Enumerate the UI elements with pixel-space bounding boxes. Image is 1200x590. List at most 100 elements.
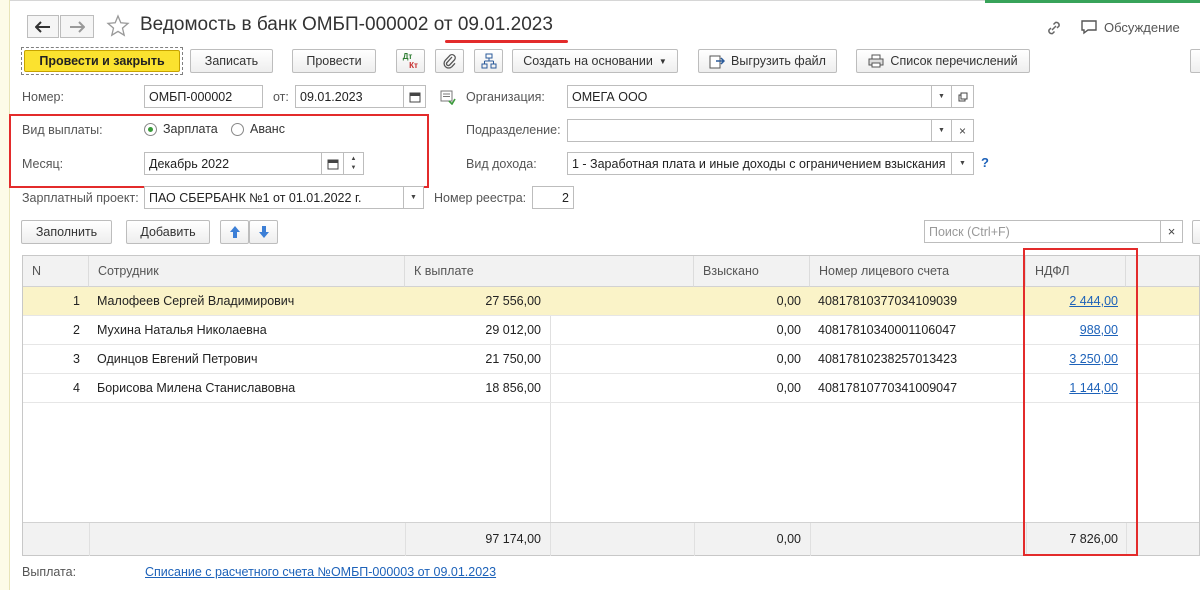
- income-type-label: Вид дохода:: [466, 157, 537, 171]
- add-row-button[interactable]: Добавить: [126, 220, 210, 244]
- payment-type-label: Вид выплаты:: [22, 123, 103, 137]
- account-number: 40817810340001106047: [818, 323, 957, 337]
- open-form-icon: [958, 92, 967, 101]
- payment-document-link[interactable]: Списание с расчетного счета №ОМБП-000003…: [145, 565, 496, 579]
- link-icon[interactable]: [1045, 19, 1063, 40]
- column-header-n[interactable]: N: [23, 256, 89, 287]
- transfer-list-label: Список перечислений: [890, 54, 1018, 68]
- save-label: Записать: [204, 54, 259, 68]
- registry-number-field[interactable]: 2: [532, 186, 574, 209]
- recovered-amount: 0,00: [776, 323, 801, 337]
- step-up-icon[interactable]: ▲: [351, 155, 357, 164]
- column-header-account[interactable]: Номер лицевого счета: [810, 256, 1026, 287]
- column-header-recovered[interactable]: Взыскано: [694, 256, 810, 287]
- calendar-button[interactable]: [404, 85, 426, 108]
- total-recovered: 0,00: [776, 532, 801, 546]
- save-button[interactable]: Записать: [190, 49, 273, 73]
- radio-advance-label: Аванс: [250, 122, 285, 136]
- dropdown-arrow-icon: ▼: [938, 127, 945, 134]
- registry-number-label: Номер реестра:: [434, 191, 527, 205]
- pay-amount: 21 750,00: [485, 352, 541, 366]
- month-stepper[interactable]: ▲ ▼: [344, 152, 364, 175]
- page-title: Ведомость в банк ОМБП-000002 от 09.01.20…: [140, 14, 553, 36]
- post-button[interactable]: Провести: [292, 49, 376, 73]
- column-divider: [89, 523, 90, 556]
- title-date-underline: [445, 40, 568, 43]
- income-type-field[interactable]: 1 - Заработная плата и иные доходы с огр…: [567, 152, 952, 175]
- discussion-label: Обсуждение: [1104, 19, 1180, 35]
- date-field[interactable]: 09.01.2023: [295, 85, 404, 108]
- radio-salary[interactable]: Зарплата: [144, 122, 218, 136]
- calendar-icon: [409, 92, 420, 102]
- org-switch-icon[interactable]: [440, 89, 456, 108]
- favorite-star-icon[interactable]: [106, 14, 130, 41]
- row-number: 1: [73, 294, 80, 308]
- division-label: Подразделение:: [466, 123, 561, 137]
- transfer-list-button[interactable]: Список перечислений: [856, 49, 1030, 73]
- move-down-button[interactable]: [249, 220, 278, 244]
- back-button[interactable]: [27, 15, 59, 38]
- pay-amount: 29 012,00: [485, 323, 541, 337]
- move-up-button[interactable]: [220, 220, 249, 244]
- dropdown-arrow-icon: ▼: [959, 160, 966, 167]
- arrow-left-icon: [35, 20, 50, 33]
- date-from-label: от:: [273, 90, 289, 104]
- fill-label: Заполнить: [35, 225, 98, 239]
- organization-field[interactable]: ОМЕГА ООО: [567, 85, 932, 108]
- column-divider: [810, 523, 811, 556]
- employee-name: Борисова Милена Станиславовна: [97, 381, 296, 395]
- salary-project-field[interactable]: ПАО СБЕРБАНК №1 от 01.01.2022 г.: [144, 186, 404, 209]
- column-divider: [550, 523, 551, 556]
- search-input[interactable]: Поиск (Ctrl+F): [924, 220, 1161, 243]
- title-date: 09.01.2023: [457, 14, 553, 35]
- dt-kt-button[interactable]: Дт Кт: [396, 49, 425, 73]
- search-clear-button[interactable]: ×: [1161, 220, 1183, 243]
- discussion-button[interactable]: Обсуждение: [1080, 19, 1180, 35]
- table-more-button[interactable]: [1192, 220, 1200, 244]
- forward-button[interactable]: [60, 15, 94, 38]
- month-calendar-button[interactable]: [322, 152, 344, 175]
- column-header-employee[interactable]: Сотрудник: [89, 256, 405, 287]
- help-button[interactable]: ?: [981, 155, 989, 170]
- recovered-amount: 0,00: [776, 381, 801, 395]
- organization-dropdown-button[interactable]: ▼: [932, 85, 952, 108]
- radio-advance[interactable]: Аванс: [231, 122, 285, 136]
- calendar-icon: [327, 159, 338, 169]
- employee-name: Малофеев Сергей Владимирович: [97, 294, 295, 308]
- create-based-on-button[interactable]: Создать на основании ▼: [512, 49, 678, 73]
- more-button[interactable]: [1190, 49, 1200, 73]
- fill-button[interactable]: Заполнить: [21, 220, 112, 244]
- recovered-amount: 0,00: [776, 294, 801, 308]
- radio-salary-dot: [144, 122, 157, 136]
- division-field[interactable]: [567, 119, 932, 142]
- structure-button[interactable]: [474, 49, 503, 73]
- number-field[interactable]: ОМБП-000002: [144, 85, 263, 108]
- left-panel-edge: [0, 0, 10, 590]
- add-label: Добавить: [140, 225, 196, 239]
- payment-label: Выплата:: [22, 565, 77, 579]
- salary-project-dropdown-button[interactable]: ▼: [404, 186, 424, 209]
- pay-amount: 18 856,00: [485, 381, 541, 395]
- month-field[interactable]: Декабрь 2022: [144, 152, 322, 175]
- chat-icon: [1081, 20, 1097, 35]
- organization-open-button[interactable]: [952, 85, 974, 108]
- attach-button[interactable]: [435, 49, 464, 73]
- organization-label: Организация:: [466, 90, 545, 104]
- salary-project-label: Зарплатный проект:: [22, 191, 139, 205]
- active-tab-indicator: [985, 0, 1200, 3]
- kt-icon-text: Кт: [409, 61, 418, 70]
- division-dropdown-button[interactable]: ▼: [932, 119, 952, 142]
- arrow-right-icon: [70, 20, 85, 33]
- account-number: 40817810238257013423: [818, 352, 958, 366]
- division-clear-button[interactable]: ×: [952, 119, 974, 142]
- export-file-button[interactable]: Выгрузить файл: [698, 49, 837, 73]
- post-and-close-button[interactable]: Провести и закрыть: [24, 50, 180, 72]
- step-down-icon[interactable]: ▼: [351, 164, 357, 173]
- column-header-pay[interactable]: К выплате: [405, 256, 694, 287]
- row-number: 3: [73, 352, 80, 366]
- hierarchy-icon: [481, 53, 496, 69]
- income-type-dropdown-button[interactable]: ▼: [952, 152, 974, 175]
- title-prefix: Ведомость в банк ОМБП-000002 от: [140, 14, 458, 35]
- account-number: 40817810770341009047: [818, 381, 958, 395]
- create-based-label: Создать на основании: [523, 54, 653, 68]
